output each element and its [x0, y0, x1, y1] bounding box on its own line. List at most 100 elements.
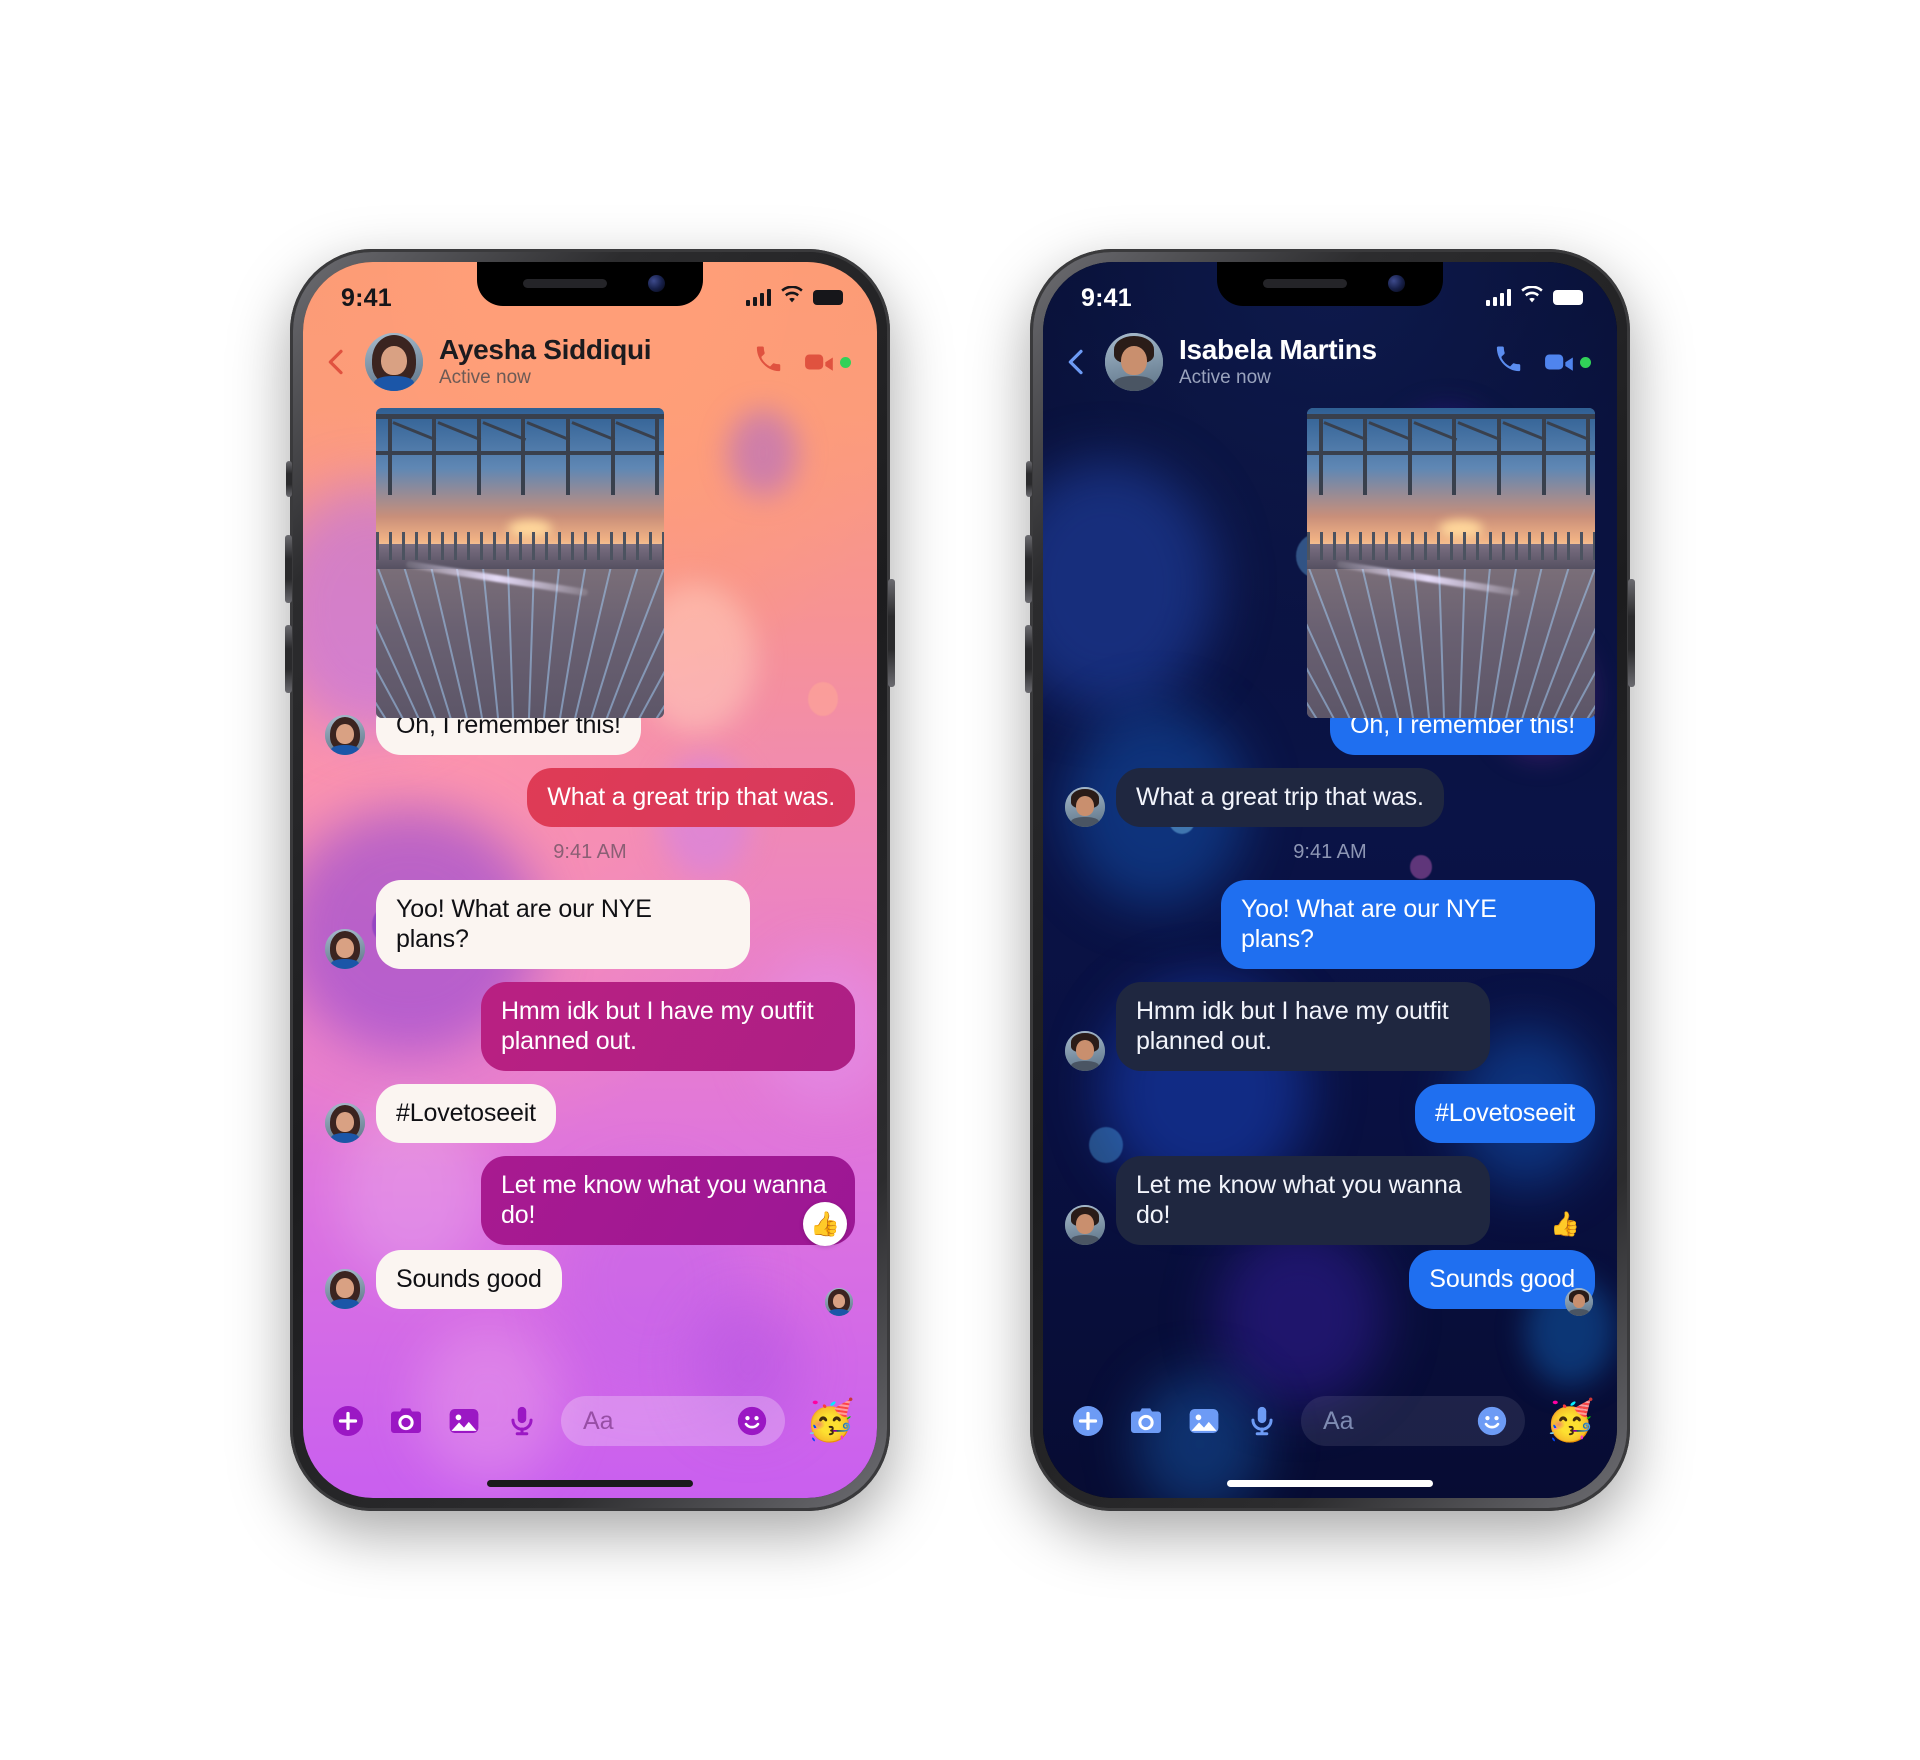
status-time: 9:41: [1081, 283, 1132, 312]
seen-avatar: [825, 1288, 853, 1316]
phone-dark: 9:41 Isabela Martins Active now Oh, I re…: [1025, 249, 1635, 1511]
silent-switch[interactable]: [1026, 461, 1032, 497]
message-bubble-in[interactable]: Sounds good: [376, 1250, 562, 1309]
thumbs-up-reaction[interactable]: 👍: [1543, 1202, 1587, 1246]
message-avatar: [325, 715, 365, 755]
add-plus-icon[interactable]: [1069, 1402, 1107, 1440]
home-indicator[interactable]: [1227, 1480, 1433, 1487]
message-input[interactable]: Aa: [1301, 1396, 1526, 1446]
contact-info[interactable]: Isabela Martins Active now: [1175, 334, 1481, 390]
party-face-sticker-button[interactable]: 🥳: [1545, 1401, 1595, 1441]
contact-name: Isabela Martins: [1179, 333, 1377, 365]
contact-avatar[interactable]: [365, 333, 423, 391]
emoji-smiley-icon[interactable]: [1475, 1404, 1509, 1438]
message-row: #Lovetoseeit: [1065, 1084, 1595, 1143]
volume-down-button[interactable]: [285, 625, 292, 693]
message-bubble-out[interactable]: Yoo! What are our NYE plans?: [1221, 880, 1595, 969]
message-row: Yoo! What are our NYE plans?: [1065, 880, 1595, 969]
power-button[interactable]: [1628, 579, 1635, 687]
message-row: Hmm idk but I have my outfit planned out…: [1065, 982, 1595, 1071]
battery-full-icon: [1553, 290, 1583, 306]
photo-message-row: [1065, 408, 1595, 718]
device-notch: [477, 262, 703, 306]
message-thread[interactable]: Oh, I remember this! What a great trip t…: [1043, 404, 1617, 1378]
camera-icon[interactable]: [387, 1402, 425, 1440]
power-button[interactable]: [888, 579, 895, 687]
message-avatar: [1065, 1031, 1105, 1071]
back-chevron-icon[interactable]: [1061, 346, 1093, 378]
party-face-sticker-button[interactable]: 🥳: [805, 1401, 855, 1441]
message-bubble-in[interactable]: What a great trip that was.: [1116, 768, 1444, 827]
thumbs-up-reaction[interactable]: 👍: [803, 1202, 847, 1246]
status-time: 9:41: [341, 283, 392, 312]
message-thread[interactable]: Oh, I remember this! What a great trip t…: [303, 404, 877, 1378]
message-bubble-out[interactable]: Let me know what you wanna do!: [481, 1156, 855, 1245]
message-row: What a great trip that was.: [1065, 768, 1595, 827]
volume-up-button[interactable]: [285, 535, 292, 603]
home-indicator[interactable]: [487, 1480, 693, 1487]
contact-presence: Active now: [439, 367, 531, 389]
message-bubble-in[interactable]: Hmm idk but I have my outfit planned out…: [1116, 982, 1490, 1071]
message-row: Yoo! What are our NYE plans?: [325, 880, 855, 969]
photo-message-row: [325, 408, 855, 718]
message-row: #Lovetoseeit: [325, 1084, 855, 1143]
battery-full-icon: [813, 290, 843, 306]
message-avatar: [325, 1269, 365, 1309]
message-bubble-out[interactable]: #Lovetoseeit: [1415, 1084, 1595, 1143]
phone-call-icon[interactable]: [1493, 344, 1524, 380]
message-input-placeholder: Aa: [583, 1406, 614, 1435]
message-bubble-out[interactable]: What a great trip that was.: [527, 768, 855, 827]
seen-avatar: [1565, 1288, 1593, 1316]
message-bubble-out[interactable]: Hmm idk but I have my outfit planned out…: [481, 982, 855, 1071]
volume-down-button[interactable]: [1025, 625, 1032, 693]
online-status-dot: [1580, 356, 1591, 368]
message-bubble-in[interactable]: Let me know what you wanna do!: [1116, 1156, 1490, 1245]
front-camera: [648, 275, 665, 292]
wifi-icon: [1520, 285, 1544, 309]
message-timestamp: 9:41 AM: [553, 841, 627, 863]
photo-message[interactable]: [376, 408, 664, 718]
message-input-placeholder: Aa: [1323, 1406, 1354, 1435]
contact-avatar[interactable]: [1105, 333, 1163, 391]
earpiece-speaker: [1263, 279, 1347, 288]
phone-call-icon[interactable]: [753, 344, 784, 380]
message-avatar: [1065, 787, 1105, 827]
message-bubble-in[interactable]: Yoo! What are our NYE plans?: [376, 880, 750, 969]
back-chevron-icon[interactable]: [321, 346, 353, 378]
emoji-smiley-icon[interactable]: [735, 1404, 769, 1438]
phone-light: 9:41 Ayesha Siddiqui Active now Oh, I re…: [285, 249, 895, 1511]
message-bubble-in[interactable]: #Lovetoseeit: [376, 1084, 556, 1143]
message-input[interactable]: Aa: [561, 1396, 786, 1446]
message-row: Hmm idk but I have my outfit planned out…: [325, 982, 855, 1071]
cellular-bars-icon: [746, 289, 771, 307]
online-status-dot: [840, 356, 851, 368]
earpiece-speaker: [523, 279, 607, 288]
microphone-icon[interactable]: [503, 1402, 541, 1440]
camera-icon[interactable]: [1127, 1402, 1165, 1440]
header-actions: [1493, 344, 1591, 380]
message-avatar: [1065, 1205, 1105, 1245]
cellular-bars-icon: [1486, 289, 1511, 307]
contact-presence: Active now: [1179, 367, 1271, 389]
photo-gallery-icon[interactable]: [445, 1402, 483, 1440]
wifi-icon: [780, 285, 804, 309]
front-camera: [1388, 275, 1405, 292]
contact-name: Ayesha Siddiqui: [439, 333, 652, 365]
message-row: What a great trip that was.: [325, 768, 855, 827]
photo-gallery-icon[interactable]: [1185, 1402, 1223, 1440]
video-camera-icon[interactable]: [804, 349, 851, 375]
photo-message[interactable]: [1307, 408, 1595, 718]
message-timestamp: 9:41 AM: [1293, 841, 1367, 863]
volume-up-button[interactable]: [1025, 535, 1032, 603]
phone-screen: 9:41 Isabela Martins Active now Oh, I re…: [1043, 262, 1617, 1498]
microphone-icon[interactable]: [1243, 1402, 1281, 1440]
chat-header: Ayesha Siddiqui Active now: [303, 320, 877, 404]
message-avatar: [325, 929, 365, 969]
add-plus-icon[interactable]: [329, 1402, 367, 1440]
phone-screen: 9:41 Ayesha Siddiqui Active now Oh, I re…: [303, 262, 877, 1498]
header-actions: [753, 344, 851, 380]
message-avatar: [325, 1103, 365, 1143]
silent-switch[interactable]: [286, 461, 292, 497]
contact-info[interactable]: Ayesha Siddiqui Active now: [435, 334, 741, 390]
video-camera-icon[interactable]: [1544, 349, 1591, 375]
